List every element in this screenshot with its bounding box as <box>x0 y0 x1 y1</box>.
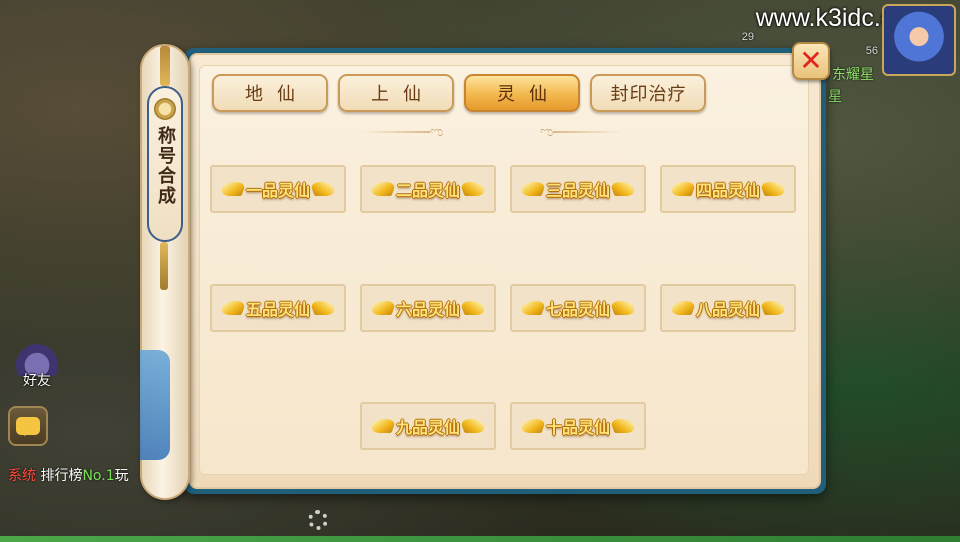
friends-label: 好友 <box>23 373 51 389</box>
wing-icon <box>369 301 397 315</box>
ribbon-decoration <box>140 350 170 460</box>
close-icon: ✕ <box>799 44 823 77</box>
wing-icon <box>219 301 247 315</box>
player-name-line2: 星 <box>828 89 842 105</box>
title-badge-1[interactable]: 一品灵仙 <box>210 165 346 213</box>
tab-lingxian[interactable]: 灵仙 <box>464 74 580 112</box>
badge-label: 六品灵仙 <box>395 300 460 319</box>
friends-button[interactable]: 好友 <box>8 332 66 390</box>
tassel-top <box>160 46 170 86</box>
wing-icon <box>459 301 487 315</box>
wing-icon <box>669 301 697 315</box>
wing-icon <box>519 301 547 315</box>
tab-dixian[interactable]: 地仙 <box>212 74 328 112</box>
wing-icon <box>609 301 637 315</box>
hud-level-small: 29 <box>741 31 754 43</box>
tab-shangxian[interactable]: 上仙 <box>338 74 454 112</box>
title-badge-3[interactable]: 三品灵仙 <box>510 165 646 213</box>
player-name: 东耀星 <box>832 67 874 83</box>
wing-icon <box>759 182 787 196</box>
tab-bar: 地仙 上仙 灵仙 封印治疗 <box>212 74 706 112</box>
system-tail: 玩 <box>114 468 129 484</box>
wing-icon <box>609 182 637 196</box>
title-synthesis-panel <box>184 48 826 494</box>
wing-icon <box>759 301 787 315</box>
title-badge-7[interactable]: 七品灵仙 <box>510 284 646 332</box>
chat-bubble-icon <box>16 417 40 436</box>
title-badge-6[interactable]: 六品灵仙 <box>360 284 496 332</box>
wing-icon <box>369 419 397 433</box>
wing-icon <box>219 182 247 196</box>
badge-label: 七品灵仙 <box>545 300 610 319</box>
title-badge-2[interactable]: 二品灵仙 <box>360 165 496 213</box>
close-button[interactable]: ✕ <box>792 42 830 80</box>
badge-label: 四品灵仙 <box>695 181 760 200</box>
panel-paper <box>189 53 821 489</box>
wing-icon <box>309 301 337 315</box>
tassel-bottom <box>160 242 168 290</box>
badge-label: 五品灵仙 <box>245 300 310 319</box>
wing-icon <box>369 182 397 196</box>
experience-bar <box>0 536 960 542</box>
badge-label: 十品灵仙 <box>545 418 610 437</box>
divider-right: ಌ <box>540 124 624 140</box>
badge-label: 三品灵仙 <box>545 181 610 200</box>
tab-fengyin-zhiliao[interactable]: 封印治疗 <box>590 74 706 112</box>
badge-label: 二品灵仙 <box>395 181 460 200</box>
system-highlight: No.1 <box>82 468 115 484</box>
system-text: 排行榜 <box>40 468 83 484</box>
wing-icon <box>519 182 547 196</box>
badge-label: 一品灵仙 <box>245 181 310 200</box>
wing-icon <box>459 182 487 196</box>
medal-icon <box>154 98 176 120</box>
wing-icon <box>519 419 547 433</box>
title-badge-8[interactable]: 八品灵仙 <box>660 284 796 332</box>
system-message: 系统 排行榜No.1玩 <box>8 465 129 485</box>
divider-left: ಌ <box>360 124 444 140</box>
badge-label: 八品灵仙 <box>695 300 760 319</box>
scroll-ornament-icon: ಌ <box>430 124 444 140</box>
scroll-ornament-icon: ಌ <box>540 124 554 140</box>
badge-label: 九品灵仙 <box>395 418 460 437</box>
hud-level: 56 <box>865 45 878 57</box>
title-badge-5[interactable]: 五品灵仙 <box>210 284 346 332</box>
wing-icon <box>609 419 637 433</box>
chat-button[interactable] <box>8 406 48 446</box>
experience-fill <box>0 536 960 542</box>
side-title: 称号合成 <box>155 126 176 206</box>
settings-gear-icon[interactable] <box>308 510 328 530</box>
player-avatar[interactable] <box>882 4 956 76</box>
wing-icon <box>459 419 487 433</box>
system-tag: 系统 <box>8 468 36 484</box>
wing-icon <box>669 182 697 196</box>
panel-content-area <box>199 65 809 475</box>
title-badge-10[interactable]: 十品灵仙 <box>510 402 646 450</box>
side-title-plaque: 称号合成 <box>147 86 183 242</box>
title-badge-4[interactable]: 四品灵仙 <box>660 165 796 213</box>
wing-icon <box>309 182 337 196</box>
title-badge-9[interactable]: 九品灵仙 <box>360 402 496 450</box>
